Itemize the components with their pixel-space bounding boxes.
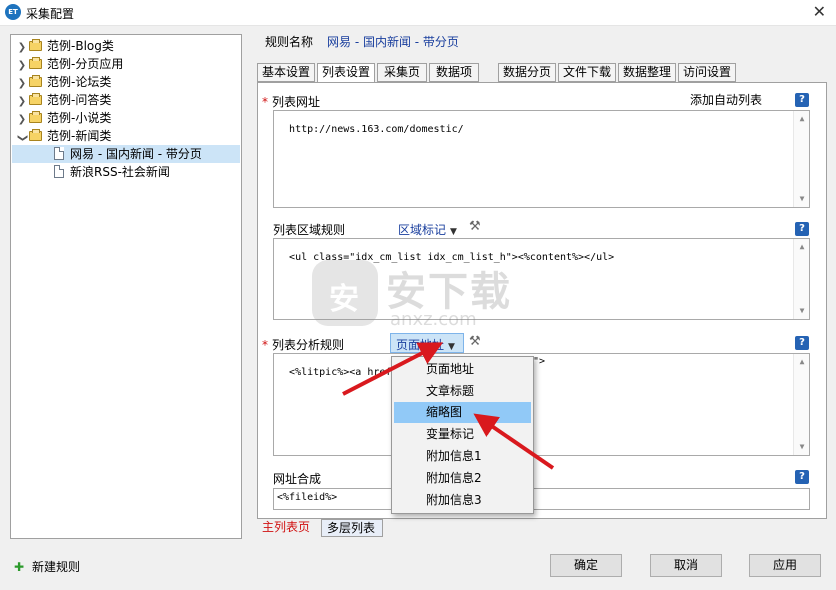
tab-main-list-page[interactable]: 主列表页 [257, 519, 319, 537]
scroll-down-icon[interactable]: ▼ [794, 191, 809, 207]
tab-data-items[interactable]: 数据项 [429, 63, 479, 82]
ok-button[interactable]: 确定 [550, 554, 622, 577]
scrollbar[interactable]: ▲ ▼ [793, 111, 809, 207]
window-title: 采集配置 [26, 7, 75, 21]
tree-item-label: 范例-新闻类 [47, 129, 112, 143]
tab-collect-page[interactable]: 采集页 [377, 63, 427, 82]
add-auto-list-link[interactable]: 添加自动列表 [690, 91, 762, 108]
apply-button[interactable]: 应用 [749, 554, 821, 577]
new-rule-label: 新建规则 [32, 560, 81, 574]
tab-file-download[interactable]: 文件下载 [558, 63, 616, 82]
menu-item-extra-info-3[interactable]: 附加信息3 [394, 490, 531, 511]
folder-icon [29, 75, 42, 87]
region-marker-label: 区域标记 [398, 223, 447, 237]
required-mark: * [262, 338, 268, 352]
list-parse-label: * 列表分析规则 [262, 336, 344, 353]
list-region-textarea[interactable]: <ul class="idx_cm_list idx_cm_list_h"><%… [273, 238, 810, 320]
folder-icon [29, 111, 42, 123]
list-url-value: http://news.163.com/domestic/ [289, 124, 464, 135]
app-icon: ET [5, 4, 21, 20]
region-marker-dropdown[interactable]: 区域标记 ▼ [398, 221, 457, 238]
folder-icon [29, 39, 42, 51]
list-region-label: 列表区域规则 [273, 223, 346, 237]
hammer-icon[interactable]: ⚒ [469, 219, 481, 234]
folder-icon [29, 93, 42, 105]
scroll-down-icon[interactable]: ▼ [794, 439, 809, 455]
rule-tree[interactable]: ❯ 范例-Blog类 ❯ 范例-分页应用 ❯ 范例-论坛类 ❯ 范例-问答类 ❯ 范例-小… [10, 34, 242, 539]
tree-item-label: 范例-论坛类 [47, 75, 112, 89]
url-compose-value: <%fileid%> [277, 492, 338, 503]
help-icon[interactable]: ? [795, 93, 809, 107]
tab-access-settings[interactable]: 访问设置 [678, 63, 736, 82]
tree-item-news[interactable]: ❯ 范例-新闻类 [15, 127, 111, 145]
tree-item-novel[interactable]: ❯ 范例-小说类 [15, 109, 111, 127]
scrollbar[interactable]: ▲ ▼ [793, 354, 809, 455]
new-rule-button[interactable]: ✚ 新建规则 [14, 558, 80, 575]
tab-data-cleanup[interactable]: 数据整理 [618, 63, 676, 82]
tree-item-paging[interactable]: ❯ 范例-分页应用 [15, 55, 123, 73]
caret-down-icon: ▼ [448, 342, 455, 352]
tree-item-netease[interactable]: 网易 - 国内新闻 - 带分页 [12, 145, 240, 163]
list-parse-value-tail: "> [533, 356, 546, 367]
document-icon [54, 147, 64, 160]
tree-item-forum[interactable]: ❯ 范例-论坛类 [15, 73, 111, 91]
required-mark: * [262, 95, 268, 109]
folder-icon [29, 129, 42, 141]
tree-item-sina[interactable]: 新浪RSS-社会新闻 [12, 163, 170, 181]
help-icon[interactable]: ? [795, 222, 809, 236]
rule-name-value: 网易 - 国内新闻 - 带分页 [327, 35, 459, 49]
page-address-dropdown-label[interactable]: 页面地址 ▼ [396, 336, 455, 353]
list-url-textarea[interactable]: http://news.163.com/domestic/ ▲ ▼ [273, 110, 810, 208]
title-bar: ET 采集配置 ✕ [0, 0, 836, 26]
tree-item-label: 网易 - 国内新闻 - 带分页 [70, 147, 202, 161]
tree-item-qa[interactable]: ❯ 范例-问答类 [15, 91, 111, 109]
menu-item-extra-info-2[interactable]: 附加信息2 [394, 468, 531, 489]
tab-multi-level-list[interactable]: 多层列表 [321, 519, 383, 537]
tab-data-paging[interactable]: 数据分页 [498, 63, 556, 82]
tree-item-label: 新浪RSS-社会新闻 [70, 165, 170, 179]
list-url-label: * 列表网址 [262, 93, 320, 110]
hammer-icon[interactable]: ⚒ [469, 334, 481, 349]
folder-icon [29, 57, 42, 69]
list-parse-textarea[interactable]: <%litpic%><a href=" "> ▲ ▼ [273, 353, 810, 456]
help-icon[interactable]: ? [795, 336, 809, 350]
menu-item-extra-info-1[interactable]: 附加信息1 [394, 446, 531, 467]
close-icon[interactable]: ✕ [813, 2, 826, 21]
tree-item-label: 范例-小说类 [47, 111, 112, 125]
caret-down-icon: ▼ [450, 227, 457, 237]
document-icon [54, 165, 64, 178]
tab-basic[interactable]: 基本设置 [257, 63, 315, 82]
tree-item-label: 范例-分页应用 [47, 57, 124, 71]
menu-item-variable-marker[interactable]: 变量标记 [394, 424, 531, 445]
url-compose-input[interactable]: <%fileid%> [273, 488, 810, 510]
page-address-label: 页面地址 [396, 338, 445, 352]
help-icon[interactable]: ? [795, 470, 809, 484]
scroll-down-icon[interactable]: ▼ [794, 303, 809, 319]
scroll-up-icon[interactable]: ▲ [794, 111, 809, 127]
scroll-up-icon[interactable]: ▲ [794, 354, 809, 370]
list-region-value: <ul class="idx_cm_list idx_cm_list_h"><%… [289, 252, 615, 263]
url-compose-label: 网址合成 [273, 472, 322, 486]
list-parse-label-text: 列表分析规则 [272, 338, 345, 352]
scroll-up-icon[interactable]: ▲ [794, 239, 809, 255]
marker-menu[interactable]: 页面地址 文章标题 缩略图 变量标记 附加信息1 附加信息2 附加信息3 [391, 356, 534, 514]
scrollbar[interactable]: ▲ ▼ [793, 239, 809, 319]
list-parse-value: <%litpic%><a href=" [289, 367, 404, 378]
tree-item-blog[interactable]: ❯ 范例-Blog类 [15, 37, 114, 55]
menu-item-page-address[interactable]: 页面地址 [394, 359, 531, 380]
add-icon: ✚ [14, 560, 25, 574]
list-url-label-text: 列表网址 [272, 95, 321, 109]
menu-item-article-title[interactable]: 文章标题 [394, 381, 531, 402]
tab-list-settings[interactable]: 列表设置 [317, 63, 375, 83]
cancel-button[interactable]: 取消 [650, 554, 722, 577]
tree-item-label: 范例-问答类 [47, 93, 112, 107]
rule-name-label: 规则名称 [265, 35, 314, 49]
tree-item-label: 范例-Blog类 [47, 39, 114, 53]
menu-item-thumbnail[interactable]: 缩略图 [394, 402, 531, 423]
